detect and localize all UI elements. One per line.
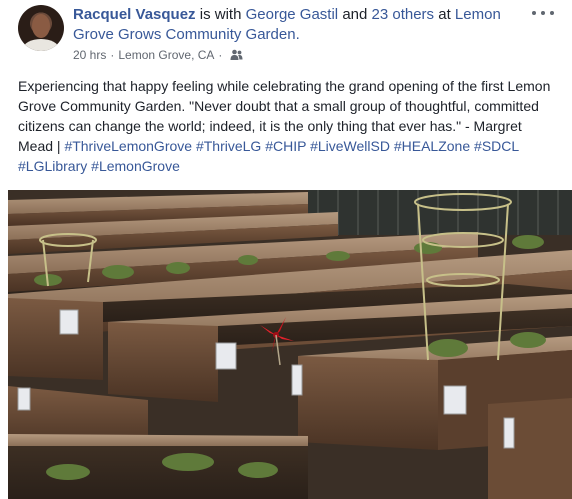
- avatar-shirt: [23, 39, 59, 51]
- tagged-person-link[interactable]: George Gastil: [246, 6, 339, 23]
- people-icon[interactable]: [230, 49, 243, 61]
- hashtag-link[interactable]: #LGLibrary: [18, 158, 87, 174]
- post-author-line: Racquel Vasquez is with George Gastil an…: [73, 5, 518, 45]
- hashtag-link[interactable]: #LemonGrove: [91, 158, 180, 174]
- more-options-icon[interactable]: [532, 5, 556, 21]
- hashtag-link[interactable]: #HEALZone: [394, 138, 470, 154]
- avatar-face: [32, 14, 50, 38]
- post-text: Experiencing that happy feeling while ce…: [18, 76, 558, 176]
- with-text: is with: [199, 6, 242, 23]
- meta-separator: ·: [110, 48, 115, 62]
- post-meta: 20 hrs · Lemon Grove, CA ·: [73, 48, 243, 62]
- post-timestamp[interactable]: 20 hrs: [73, 48, 106, 62]
- and-text: and: [342, 6, 368, 23]
- facebook-post: Racquel Vasquez is with George Gastil an…: [0, 0, 572, 499]
- others-link[interactable]: 23 others: [372, 6, 435, 23]
- post-place-link[interactable]: Lemon Grove, CA: [118, 48, 214, 62]
- meta-separator-2: ·: [218, 48, 223, 62]
- author-name-link[interactable]: Racquel Vasquez: [73, 6, 196, 23]
- hashtag-link[interactable]: #ThriveLG: [196, 138, 261, 154]
- post-header: Racquel Vasquez is with George Gastil an…: [18, 5, 558, 65]
- author-avatar[interactable]: [18, 5, 64, 51]
- post-photo[interactable]: [8, 190, 572, 499]
- hashtag-link[interactable]: #LiveWellSD: [310, 138, 390, 154]
- hashtag-link[interactable]: #SDCL: [474, 138, 519, 154]
- hashtag-link[interactable]: #ThriveLemonGrove: [64, 138, 192, 154]
- garden-beds-photo: [8, 190, 572, 499]
- hashtag-link[interactable]: #CHIP: [265, 138, 306, 154]
- at-text: at: [438, 6, 451, 23]
